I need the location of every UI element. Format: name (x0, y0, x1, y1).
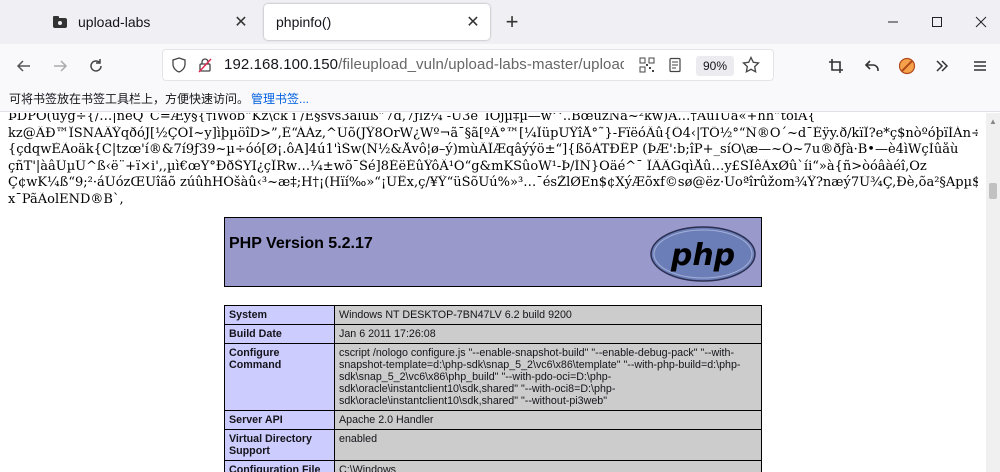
bookmarks-toolbar: 可将书签放在书签工具栏上，方便快速访问。 管理书签... (0, 86, 1000, 112)
scrollbar-thumb[interactable] (989, 183, 997, 199)
back-button[interactable] (10, 52, 38, 80)
minimize-button[interactable] (870, 0, 916, 44)
phpinfo-header: PHP Version 5.2.17 php (224, 217, 762, 287)
row-key: Server API (224, 410, 335, 430)
undo-arrow-icon[interactable] (858, 52, 886, 80)
hamburger-menu-icon[interactable] (966, 52, 994, 80)
window-close-button[interactable] (958, 0, 1000, 44)
reader-view-icon[interactable] (666, 56, 684, 74)
navigation-toolbar: 192.168.100.150/fileupload_vuln/upload-l… (0, 44, 1000, 86)
garbage-line: Ç¢wK¼ß“9;²·áÛózŒÜîãõ zúûhHÓšàû‹³~æ‡;H†¡(… (8, 175, 978, 191)
table-row: System Windows NT DESKTOP-7BN47LV 6.2 bu… (224, 305, 762, 325)
row-value: C:\Windows (334, 460, 762, 472)
close-tab-icon[interactable]: ✕ (230, 11, 252, 33)
close-tab-icon[interactable]: ✕ (462, 11, 484, 33)
row-key: Virtual Directory Support (224, 429, 335, 461)
zoom-level-button[interactable]: 90% (696, 56, 734, 76)
page-viewport: ÞDPÔ(ûyg÷{/…|ñêQˆC=Æý§{†ìWob“Kz\ck i /È§… (0, 113, 986, 472)
table-row: Build Date Jan 6 2011 17:26:08 (224, 324, 762, 344)
garbage-line: kz@ÂÐ™ÎSNAÄŸqðóJ[½ÇÒÌ~y]ìþµöîD>”,É“ÁÁz,^… (8, 125, 978, 141)
garbage-line: çñT'|àâÛµÚ^ß‹ë¨+ï×i',,µì€œY°ÐðŠYI¿çÎRw…¼… (8, 158, 927, 174)
address-bar[interactable]: 192.168.100.150/fileupload_vuln/upload-l… (162, 49, 774, 81)
garbage-line: x¯PãÃolEND®B`, (8, 191, 124, 207)
row-value: cscript /nologo configure.js "--enable-s… (334, 343, 762, 411)
extension-blocked-icon[interactable] (893, 52, 921, 80)
row-value: Jan 6 2011 17:26:08 (334, 324, 762, 344)
bookmark-star-icon[interactable] (742, 56, 760, 74)
row-key: Build Date (224, 324, 335, 344)
url-path: /fileupload_vuln/upload-labs-master/uplo… (338, 56, 624, 73)
tab-strip: upload-labs ✕ phpinfo() ✕ + (0, 0, 1000, 44)
vertical-scrollbar[interactable]: ▲ (986, 113, 1000, 472)
garbage-line: {çdqwÈÃoäk{C|tzœ'í®&7í9ƒ39~µ÷óó[Ø¡.ôA]4ú… (8, 142, 959, 158)
table-row: Virtual Directory Support enabled (224, 429, 762, 461)
row-value: Windows NT DESKTOP-7BN47LV 6.2 build 920… (334, 305, 762, 325)
php-logo-icon: php (650, 226, 756, 282)
row-key: Configuration File (224, 460, 335, 472)
screenshot-crop-icon[interactable] (822, 52, 850, 80)
reload-button[interactable] (82, 52, 110, 80)
bookmarks-hint: 可将书签放在书签工具栏上，方便快速访问。 (9, 92, 250, 106)
phpinfo-block: PHP Version 5.2.17 php System Windows NT… (224, 217, 762, 472)
url-host: 192.168.100.150 (224, 56, 339, 73)
tab-title: upload-labs (78, 14, 151, 30)
row-key: System (224, 305, 335, 325)
svg-text:php: php (670, 238, 735, 273)
forward-button[interactable] (46, 52, 74, 80)
shield-icon[interactable] (170, 56, 188, 74)
manage-bookmarks-link[interactable]: 管理书签... (251, 90, 309, 107)
url-text[interactable]: 192.168.100.150/fileupload_vuln/upload-l… (224, 56, 624, 76)
table-row: Configure Command cscript /nologo config… (224, 343, 762, 411)
new-tab-button[interactable]: + (500, 9, 524, 34)
table-row: Server API Apache 2.0 Handler (224, 410, 762, 430)
insecure-lock-icon[interactable] (196, 56, 214, 74)
binary-garbage-text: ÞDPÔ(ûyg÷{/…|ñêQˆC=Æý§{†ìWob“Kz\ck i /È§… (8, 113, 978, 209)
tab-title: phpinfo() (276, 14, 332, 30)
overflow-chevrons-icon[interactable] (928, 52, 956, 80)
scroll-up-arrow-icon[interactable]: ▲ (989, 117, 997, 126)
folder-icon (52, 14, 68, 30)
tab-upload-labs[interactable]: upload-labs ✕ (44, 4, 258, 40)
tab-phpinfo[interactable]: phpinfo() ✕ (264, 4, 490, 40)
row-key: Configure Command (224, 343, 335, 411)
phpinfo-table: System Windows NT DESKTOP-7BN47LV 6.2 bu… (224, 305, 762, 472)
garbage-line: ÞDPÔ(ûyg÷{/…|ñêQˆC=Æý§{†ìWob“Kz\ck i /È§… (8, 113, 816, 124)
maximize-button[interactable] (914, 0, 960, 44)
row-value: Apache 2.0 Handler (334, 410, 762, 430)
table-row: Configuration File C:\Windows (224, 460, 762, 472)
qr-code-icon[interactable] (638, 56, 656, 74)
php-version-title: PHP Version 5.2.17 (229, 235, 373, 252)
row-value: enabled (334, 429, 762, 461)
